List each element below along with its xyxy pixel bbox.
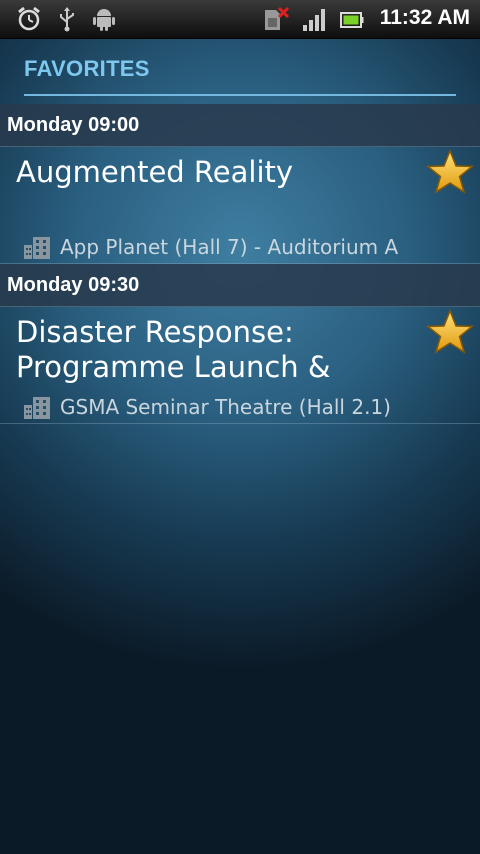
signal-icon <box>303 9 325 31</box>
header-divider <box>24 94 456 96</box>
session-title: Augmented Reality <box>16 155 294 189</box>
session-location: GSMA Seminar Theatre (Hall 2.1) <box>24 394 391 420</box>
alarm-icon <box>18 6 40 31</box>
list-item[interactable]: Disaster Response: Programme Launch & GS… <box>0 307 480 424</box>
session-title: Disaster Response: Programme Launch & <box>16 315 331 384</box>
building-icon <box>24 397 50 419</box>
session-location: App Planet (Hall 7) - Auditorium A <box>24 234 398 260</box>
section-header-time: Monday 09:30 <box>0 264 480 307</box>
favorite-star-icon[interactable] <box>426 149 474 195</box>
page-title: FAVORITES <box>24 56 150 81</box>
android-debug-icon <box>93 9 115 31</box>
location-text: GSMA Seminar Theatre (Hall 2.1) <box>60 395 391 419</box>
favorite-star-icon[interactable] <box>426 309 474 355</box>
location-text: App Planet (Hall 7) - Auditorium A <box>60 235 399 259</box>
section-time-label: Monday 09:00 <box>7 114 140 136</box>
list-item[interactable]: Augmented Reality App Planet (Hall 7) - … <box>0 147 480 264</box>
building-icon <box>24 237 50 259</box>
section-time-label: Monday 09:30 <box>7 274 140 296</box>
section-header-time: Monday 09:00 <box>0 104 480 147</box>
screen-header: FAVORITES <box>0 38 480 104</box>
status-time: 11:32 AM <box>379 6 470 29</box>
no-sim-icon <box>265 6 290 30</box>
status-bar: 11:32 AM <box>0 0 480 39</box>
usb-icon <box>60 7 74 32</box>
battery-icon <box>340 12 364 28</box>
